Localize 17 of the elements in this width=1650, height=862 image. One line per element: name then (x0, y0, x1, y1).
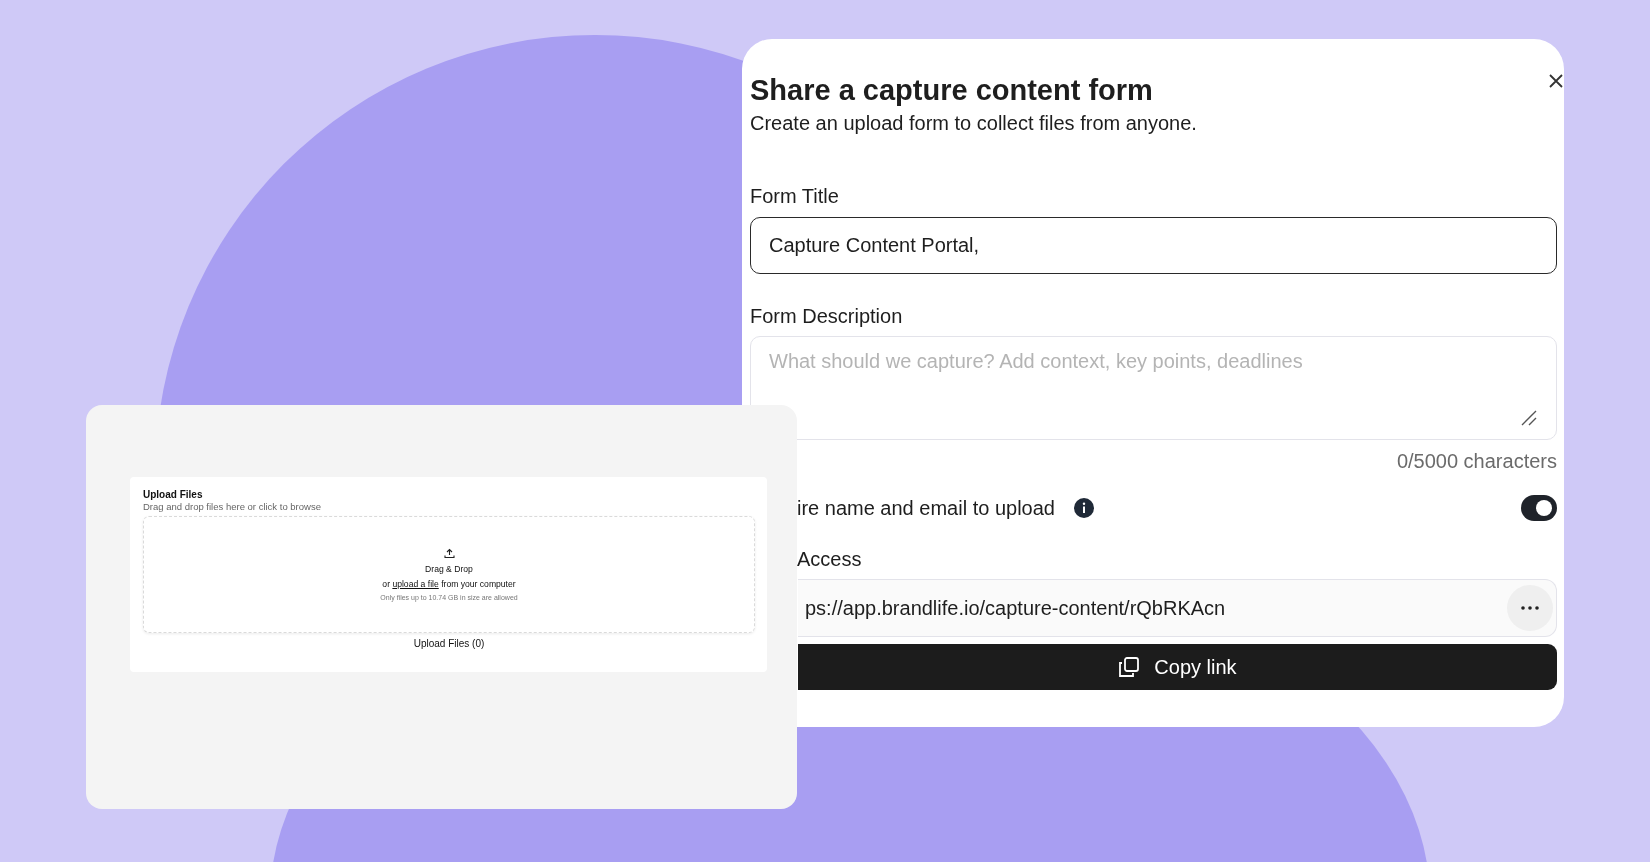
upload-count: Upload Files (0) (412, 638, 486, 649)
link-url: ps://app.brandlife.io/capture-content/rQbRKAcn (805, 596, 1226, 620)
upload-title: Upload Files (143, 489, 204, 501)
title-input-field[interactable]: Capture Content Portal, (750, 217, 1557, 274)
field-label: Form Title (750, 184, 840, 208)
upload-link[interactable]: upload a file (392, 579, 439, 589)
field-label: Form Description (750, 304, 904, 328)
link-field[interactable]: ps://app.brandlife.io/capture-content/rQbRKAcn (798, 579, 1557, 637)
section-label: Access (796, 548, 863, 571)
copy-link-button[interactable]: Copy link (798, 644, 1557, 690)
toggle-label: ire name and email to upload (797, 496, 1055, 520)
dialog-subtitle: Create an upload form to collect files from anyone. (750, 111, 1198, 135)
upload-hint: Drag and drop files here or click to browse (143, 501, 322, 513)
drop-title: Drag & Drop (425, 564, 473, 574)
dialog-title: Share a capture content form (750, 73, 1153, 108)
character-counter: 0/5000 characters (1395, 450, 1557, 473)
drop-instruction: or upload a file from your computer (382, 579, 516, 589)
